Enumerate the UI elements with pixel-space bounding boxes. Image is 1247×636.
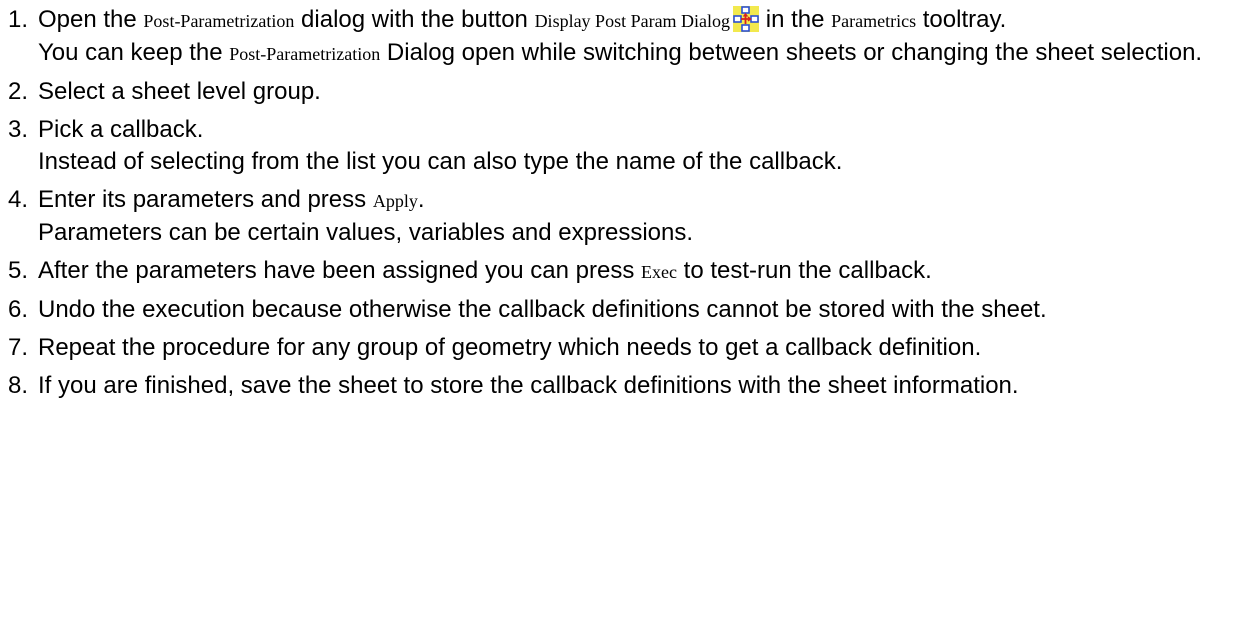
ui-element-name: Post-Parametrization [143,11,295,31]
step-instruction: Open the Post-Parametrization dialog wit… [38,4,1243,37]
step-text: dialog with the button [294,6,535,33]
step-number: 7. [8,334,29,361]
step-instruction: If you are finished, save the sheet to s… [38,370,1243,402]
step-number: 8. [8,372,29,399]
step-text: . [417,186,425,213]
step-text: to test-run the callback. [677,257,932,284]
procedure-list: 1. Open the Post-Parametrization dialog w… [8,4,1243,408]
ui-element-name: Display Post Param Dialog [534,11,731,31]
ui-element-name: Parametrics [831,11,917,31]
ui-element-name: Apply [372,191,418,211]
step-text: Enter its parameters and press [38,186,373,213]
step-number: 3. [8,116,29,143]
step-text: Repeat the procedure for any group of ge… [38,334,982,361]
step-number: 4. [8,186,29,213]
step-body: Enter its parameters and press Apply. Par… [38,184,1243,249]
step-body: Open the Post-Parametrization dialog wit… [38,4,1243,70]
step-item: 5. After the parameters have been assigne… [8,255,1243,288]
step-text: Open the [38,6,144,33]
ui-element-name: Post-Parametrization [229,44,381,64]
step-text: After the parameters have been assigned … [38,257,642,284]
step-note: You can keep the Post-Parametrization Di… [38,37,1243,70]
step-text: tooltray. [916,6,1007,33]
step-item: 8. If you are finished, save the sheet to… [8,370,1243,402]
step-instruction: After the parameters have been assigned … [38,255,1243,288]
step-number: 6. [8,296,29,323]
step-instruction: Select a sheet level group. [38,76,1243,108]
step-item: 4. Enter its parameters and press Apply. P… [8,184,1243,249]
step-number: 1. [8,6,29,33]
step-body: Repeat the procedure for any group of ge… [38,332,1243,364]
step-note: Instead of selecting from the list you c… [38,146,1243,178]
step-text: Pick a callback. [38,116,204,143]
step-text: Dialog open while switching between shee… [380,39,1203,66]
step-text: Instead of selecting from the list you c… [38,148,843,175]
step-instruction: Pick a callback. [38,114,1243,146]
step-item: 7. Repeat the procedure for any group of … [8,332,1243,364]
step-text: Undo the execution because otherwise the… [38,296,1047,323]
step-number: 2. [8,78,29,105]
step-number: 5. [8,257,29,284]
ui-element-name: Exec [641,262,678,282]
step-body: If you are finished, save the sheet to s… [38,370,1243,402]
step-instruction: Repeat the procedure for any group of ge… [38,332,1243,364]
step-item: 2. Select a sheet level group. [8,76,1243,108]
step-body: Select a sheet level group. [38,76,1243,108]
step-text: You can keep the [38,39,230,66]
step-body: Undo the execution because otherwise the… [38,294,1243,326]
step-text: If you are finished, save the sheet to s… [38,372,1019,399]
step-instruction: Enter its parameters and press Apply. [38,184,1243,217]
step-body: After the parameters have been assigned … [38,255,1243,288]
step-note: Parameters can be certain values, variab… [38,217,1243,249]
step-text: in the [759,6,832,33]
post-param-dialog-icon [733,6,760,32]
step-text: Select a sheet level group. [38,78,321,105]
step-text: Parameters can be certain values, variab… [38,219,694,246]
step-item: 1. Open the Post-Parametrization dialog w… [8,4,1243,70]
step-item: 6. Undo the execution because otherwise t… [8,294,1243,326]
step-body: Pick a callback. Instead of selecting fro… [38,114,1243,178]
step-item: 3. Pick a callback. Instead of selecting f… [8,114,1243,178]
step-instruction: Undo the execution because otherwise the… [38,294,1243,326]
